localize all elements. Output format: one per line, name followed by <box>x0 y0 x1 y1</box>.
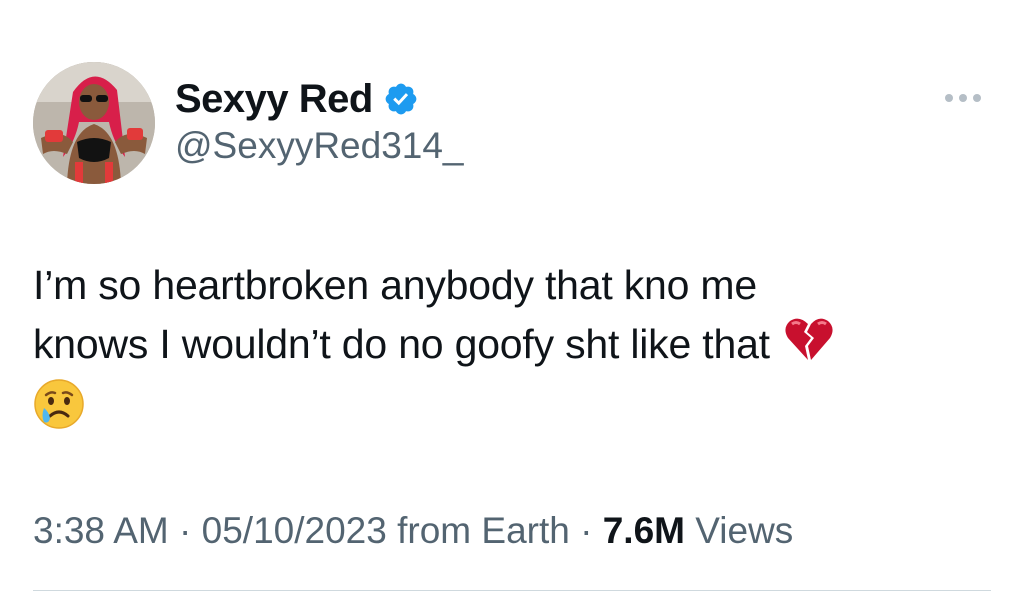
divider <box>33 590 991 591</box>
views-count[interactable]: 7.6M <box>603 510 685 551</box>
tweet-date[interactable]: 05/10/2023 <box>202 510 387 551</box>
more-dot-icon <box>973 94 981 102</box>
broken-heart-emoji-icon <box>784 316 834 378</box>
profile-photo-icon <box>33 62 155 184</box>
verified-badge-icon[interactable] <box>383 81 419 117</box>
user-handle[interactable]: @SexyyRed314_ <box>175 127 464 164</box>
tweet-source: from Earth <box>386 510 570 551</box>
meta-separator: · <box>569 510 603 551</box>
more-dot-icon <box>945 94 953 102</box>
tweet-metadata: 3:38 AM · 05/10/2023 from Earth · 7.6M V… <box>33 512 793 549</box>
tweet-text-line: knows I wouldn’t do no goofy sht like th… <box>33 321 770 367</box>
more-dot-icon <box>959 94 967 102</box>
author-name-row[interactable]: Sexyy Red <box>175 74 419 124</box>
display-name[interactable]: Sexyy Red <box>175 79 373 119</box>
tweet-text-line-with-emoji: knows I wouldn’t do no goofy sht like th… <box>33 315 993 378</box>
tweet-text-emoji-line <box>33 378 993 446</box>
more-options-button[interactable] <box>938 84 988 112</box>
tweet-time[interactable]: 3:38 AM <box>33 510 169 551</box>
views-label: Views <box>685 510 794 551</box>
avatar[interactable] <box>33 62 155 184</box>
tweet-card: Sexyy Red @SexyyRed314_ I’m so heartbrok… <box>0 0 1024 593</box>
meta-separator: · <box>168 510 202 551</box>
tweet-text-line: I’m so heartbroken anybody that kno me <box>33 262 757 308</box>
crying-face-emoji-icon <box>33 378 85 446</box>
tweet-text: I’m so heartbroken anybody that kno me k… <box>33 256 993 446</box>
